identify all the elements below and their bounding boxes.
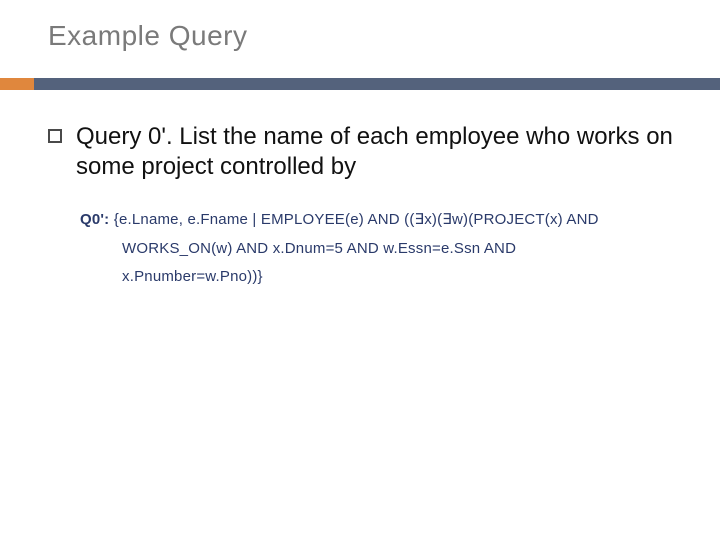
body-area: Query 0'. List the name of each employee… <box>48 122 680 182</box>
formula-block: Q0': {e.Lname, e.Fname | EMPLOYEE(e) AND… <box>80 206 680 292</box>
slide-title: Example Query <box>48 20 688 52</box>
title-area: Example Query <box>48 20 688 52</box>
divider-accent-left <box>0 78 34 90</box>
formula-line-1-rest: {e.Lname, e.Fname | EMPLOYEE(e) AND ((∃x… <box>109 211 598 228</box>
slide: Example Query Query 0'. List the name of… <box>0 0 720 540</box>
formula-label: Q0': <box>80 211 109 228</box>
title-divider <box>0 78 720 90</box>
square-bullet-icon <box>48 129 62 143</box>
divider-accent-right <box>34 78 720 90</box>
formula-line-3: x.Pnumber=w.Pno))} <box>80 263 680 292</box>
bullet-item: Query 0'. List the name of each employee… <box>48 122 680 182</box>
formula-line-2: WORKS_ON(w) AND x.Dnum=5 AND w.Essn=e.Ss… <box>80 235 680 264</box>
formula-line-1: Q0': {e.Lname, e.Fname | EMPLOYEE(e) AND… <box>80 206 680 235</box>
bullet-text: Query 0'. List the name of each employee… <box>76 122 680 182</box>
